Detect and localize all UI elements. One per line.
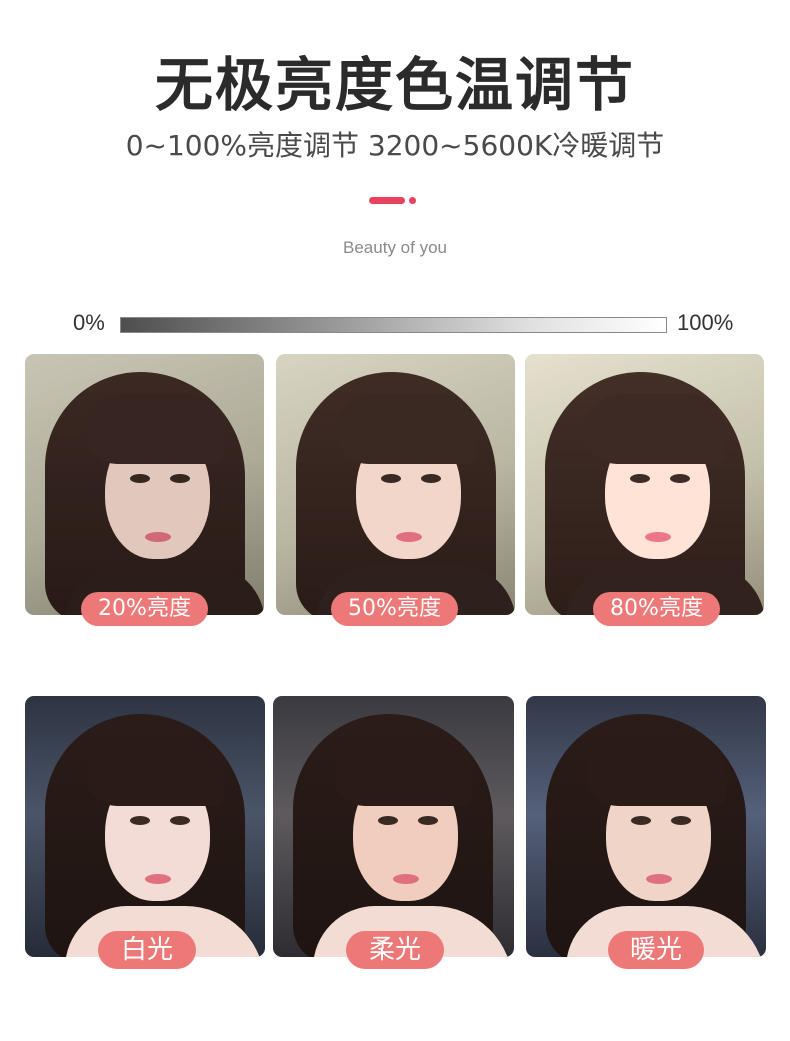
soft-light-label: 柔光 (346, 931, 444, 969)
portrait-photo-brightness-80 (525, 354, 764, 615)
white-light-label: 白光 (98, 931, 196, 969)
brightness-50-label: 50%亮度 (331, 592, 458, 626)
accent-dash (369, 197, 405, 204)
portrait-photo-brightness-20 (25, 354, 264, 615)
brightness-20-label: 20%亮度 (81, 592, 208, 626)
portrait-photo-brightness-50 (276, 354, 515, 615)
portrait-photo-warm-light (526, 696, 766, 957)
portrait-photo-white-light (25, 696, 265, 957)
brightness-scale-max-label: 100% (677, 310, 734, 335)
brightness-scale-min-label: 0% (73, 310, 105, 335)
page-title: 无极亮度色温调节 (154, 51, 635, 119)
page-subtitle: 0~100%亮度调节 3200~5600K冷暖调节 (125, 129, 665, 162)
tagline: Beauty of you (343, 238, 447, 257)
warm-light-label: 暖光 (608, 931, 704, 969)
portrait-photo-soft-light (273, 696, 514, 957)
brightness-80-label: 80%亮度 (593, 592, 720, 626)
accent-dot (409, 197, 416, 204)
brightness-gradient-bar (120, 317, 667, 333)
